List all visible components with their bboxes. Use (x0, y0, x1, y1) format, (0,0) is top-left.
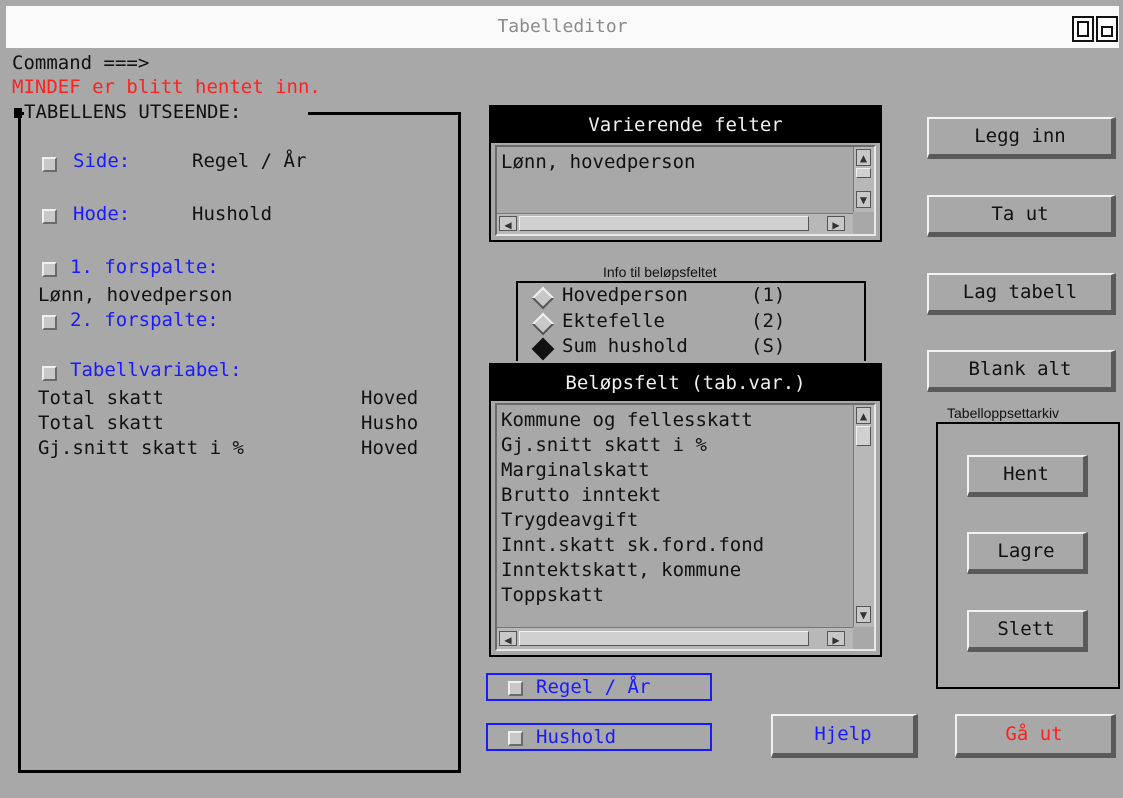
belopsfelt-title: Beløpsfelt (tab.var.) (491, 365, 880, 401)
scroll-up-icon[interactable]: ▲ (856, 407, 871, 424)
hovedperson-code: (1) (751, 284, 786, 306)
scroll-down-icon[interactable]: ▼ (856, 606, 871, 623)
scroll-thumb[interactable] (856, 426, 871, 446)
varierende-vscroll[interactable]: ▲ ▼ (853, 147, 874, 212)
side-checkbox[interactable] (42, 157, 57, 172)
tabellvariabel-row-who: Husho (361, 412, 419, 434)
scroll-thumb[interactable] (519, 631, 809, 646)
legg-inn-button[interactable]: Legg inn (927, 117, 1116, 159)
belopsfelt-item[interactable]: Inntektskatt, kommune (501, 559, 741, 581)
regel-toggle-label: Regel / År (536, 676, 651, 698)
forspalte1-checkbox[interactable] (42, 262, 57, 277)
title-bar: Tabelleditor (6, 6, 1119, 48)
ektefelle-code: (2) (751, 310, 786, 332)
belopsfelt-item[interactable]: Gj.snitt skatt i % (501, 434, 707, 456)
side-value: Regel / År (192, 150, 307, 172)
hushold-toggle[interactable]: Hushold (486, 723, 712, 751)
varierende-item[interactable]: Lønn, hovedperson (501, 151, 695, 173)
scroll-thumb[interactable] (519, 216, 809, 231)
belopsfelt-item[interactable]: Trygdeavgift (501, 509, 638, 531)
hode-label: Hode: (73, 203, 131, 225)
tabellvariabel-row-name: Total skatt (38, 387, 164, 409)
scroll-up-icon[interactable]: ▲ (856, 149, 871, 166)
lag-tabell-button[interactable]: Lag tabell (927, 273, 1116, 315)
belopsfelt-panel: Beløpsfelt (tab.var.) Kommune og felless… (489, 363, 882, 657)
regel-checkbox[interactable] (508, 681, 523, 696)
ga-ut-button[interactable]: Gå ut (955, 714, 1116, 758)
regel-toggle[interactable]: Regel / År (486, 673, 712, 701)
sum-hushold-code: (S) (751, 335, 786, 357)
tabellvariabel-row-who: Hoved (361, 437, 419, 459)
layout-panel-title: TABELLENS UTSEENDE: (24, 101, 242, 123)
tabellvariabel-label: Tabellvariabel: (70, 359, 242, 381)
lagre-button[interactable]: Lagre (967, 532, 1088, 574)
forspalte2-checkbox[interactable] (42, 315, 57, 330)
belopsfelt-item[interactable]: Innt.skatt sk.ford.fond (501, 534, 764, 556)
restore-icon[interactable] (1072, 16, 1094, 42)
hovedperson-label: Hovedperson (562, 284, 688, 306)
hode-value: Hushold (192, 203, 273, 225)
slett-button[interactable]: Slett (967, 610, 1088, 652)
scroll-right-icon[interactable]: ▶ (827, 216, 845, 232)
forspalte2-label: 2. forspalte: (70, 309, 219, 331)
belopsfelt-item[interactable]: Kommune og fellesskatt (501, 409, 753, 431)
belopsfelt-item[interactable]: Toppskatt (501, 584, 604, 606)
blank-alt-button[interactable]: Blank alt (927, 350, 1116, 392)
tabellvariabel-row-name: Total skatt (38, 412, 164, 434)
forspalte1-value: Lønn, hovedperson (38, 284, 233, 306)
window-title: Tabelleditor (497, 16, 628, 37)
scroll-thumb[interactable] (856, 168, 871, 178)
scroll-right-icon[interactable]: ▶ (827, 631, 845, 647)
info-title: Info til beløpsfeltet (601, 264, 719, 280)
belopsfelt-vscroll[interactable]: ▲ ▼ (853, 405, 874, 627)
ektefelle-label: Ektefelle (562, 310, 665, 332)
panel-corner-icon (14, 108, 22, 118)
sum-hushold-label: Sum hushold (562, 335, 688, 357)
scroll-left-icon[interactable]: ◀ (499, 216, 517, 232)
arkiv-title: Tabelloppsettarkiv (945, 405, 1062, 421)
varierende-title: Varierende felter (491, 107, 880, 143)
hode-checkbox[interactable] (42, 209, 57, 224)
belopsfelt-hscroll[interactable]: ◀ ▶ (497, 627, 853, 649)
forspalte1-label: 1. forspalte: (70, 256, 219, 278)
scroll-down-icon[interactable]: ▼ (856, 191, 871, 208)
belopsfelt-item[interactable]: Marginalskatt (501, 459, 650, 481)
varierende-panel: Varierende felter Lønn, hovedperson ▲ ▼ … (489, 105, 882, 242)
command-prompt[interactable]: Command ===> (12, 52, 149, 74)
varierende-hscroll[interactable]: ◀ ▶ (497, 213, 853, 234)
tabellvariabel-checkbox[interactable] (42, 366, 57, 381)
belopsfelt-item[interactable]: Brutto inntekt (501, 484, 661, 506)
hushold-toggle-label: Hushold (536, 726, 617, 748)
hjelp-button[interactable]: Hjelp (771, 714, 918, 758)
tabellvariabel-row-who: Hoved (361, 387, 419, 409)
side-label: Side: (73, 150, 131, 172)
ta-ut-button[interactable]: Ta ut (927, 195, 1116, 237)
hushold-checkbox[interactable] (508, 731, 523, 746)
tabellvariabel-row-name: Gj.snitt skatt i % (38, 437, 244, 459)
scroll-left-icon[interactable]: ◀ (499, 631, 517, 647)
maximize-icon[interactable] (1096, 16, 1118, 42)
status-message: MINDEF er blitt hentet inn. (12, 76, 321, 98)
hent-button[interactable]: Hent (967, 455, 1088, 497)
